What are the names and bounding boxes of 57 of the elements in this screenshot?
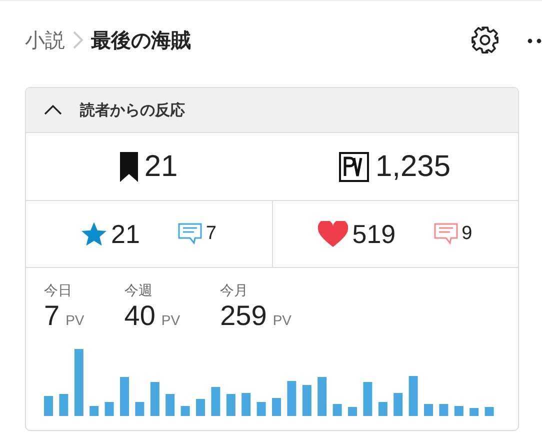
pv-value: 7 xyxy=(44,300,60,332)
daily-views-bar xyxy=(408,376,418,416)
heart-icon xyxy=(318,221,348,247)
daily-views-bar xyxy=(424,404,433,416)
daily-views-bar xyxy=(74,349,84,416)
daily-views-bar xyxy=(287,381,296,416)
collapse-icon[interactable] xyxy=(44,105,62,115)
pv-value: 40 xyxy=(124,300,156,332)
daily-views-bar xyxy=(318,377,327,416)
daily-views-bar xyxy=(394,393,403,416)
daily-views-bar xyxy=(150,382,160,416)
period-label: 今月 xyxy=(220,282,250,300)
daily-views-bar xyxy=(166,394,175,416)
daily-views-bar xyxy=(135,402,144,416)
page-title: 最後の海賊 xyxy=(91,28,191,54)
bookmark-count: 21 xyxy=(144,150,178,184)
daily-views-bar xyxy=(470,408,479,416)
comment-count: 9 xyxy=(462,223,472,245)
comment-count: 7 xyxy=(206,223,216,245)
pv-unit: PV xyxy=(66,312,84,328)
daily-views-bar xyxy=(454,406,464,416)
daily-views-bar xyxy=(363,382,372,416)
pv-unit: PV xyxy=(161,312,180,328)
daily-views-bar xyxy=(256,402,266,416)
heart-count: 519 xyxy=(352,218,396,250)
daily-views-bar xyxy=(242,393,251,416)
daily-views-bar xyxy=(44,396,53,416)
daily-views-bar xyxy=(211,387,220,416)
daily-views-bar xyxy=(120,377,129,416)
settings-icon[interactable] xyxy=(470,25,500,55)
period-label: 今週 xyxy=(124,282,154,300)
more-icon[interactable] xyxy=(527,38,542,44)
star-icon xyxy=(81,221,107,247)
daily-views-bar xyxy=(272,398,281,416)
panel-header[interactable]: 読者からの反応 xyxy=(26,88,518,132)
daily-views-bar xyxy=(302,385,312,416)
daily-views-bar xyxy=(348,407,357,416)
pv-value: 259 xyxy=(220,300,267,332)
daily-views-bar xyxy=(59,394,68,416)
daily-views-bar xyxy=(378,402,388,416)
bookmark-icon xyxy=(120,152,138,182)
daily-views-bar xyxy=(226,394,236,416)
pv-icon xyxy=(339,152,370,182)
daily-views-bar xyxy=(180,406,190,416)
daily-views-bar xyxy=(104,402,114,416)
period-label: 今日 xyxy=(44,282,73,300)
pv-count: 1,235 xyxy=(375,150,451,184)
daily-views-bar xyxy=(196,399,205,416)
daily-views-bar xyxy=(90,406,99,416)
star-count: 21 xyxy=(111,218,140,250)
daily-views-bar xyxy=(484,407,494,416)
daily-views-bar xyxy=(439,404,448,416)
daily-views-bar xyxy=(332,404,342,416)
panel-title: 読者からの反応 xyxy=(80,100,185,120)
pv-unit: PV xyxy=(272,312,292,328)
chevron-right-icon xyxy=(73,31,83,49)
breadcrumb-link[interactable]: 小説 xyxy=(25,26,65,54)
